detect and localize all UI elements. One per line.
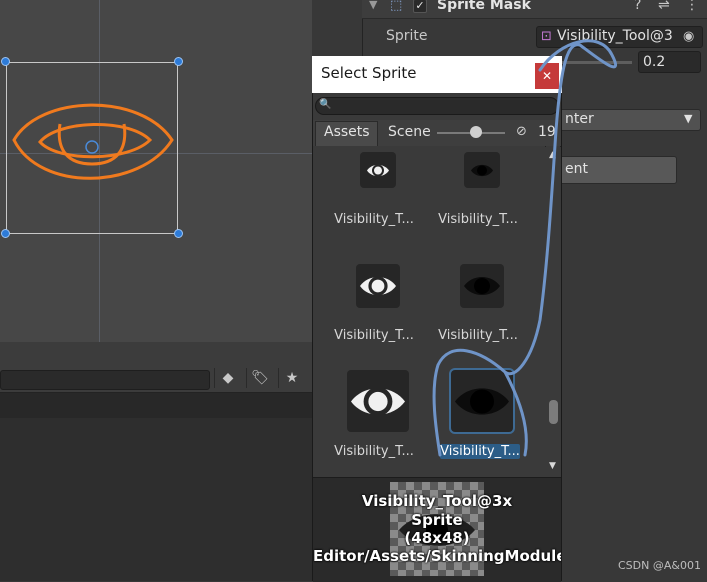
sprite-mask-icon: ⬚ bbox=[390, 0, 403, 13]
eye-slash-icon[interactable]: ⊘ bbox=[516, 124, 527, 139]
project-search-input[interactable] bbox=[0, 370, 210, 390]
scroll-up-arrow-icon[interactable]: ▲ bbox=[549, 150, 556, 160]
sprite-thumbnail bbox=[347, 370, 409, 432]
favorites-star-icon[interactable]: ★ bbox=[278, 368, 305, 388]
inspector-button-label: ent bbox=[565, 161, 588, 177]
preview-type: Sprite bbox=[411, 511, 463, 529]
preview-dimensions: (48x48) bbox=[404, 529, 470, 547]
sprite-thumbnail bbox=[451, 370, 513, 432]
window-title: Select Sprite bbox=[321, 64, 417, 82]
search-icon: 🔍 bbox=[319, 99, 332, 110]
sprite-thumbnail bbox=[464, 152, 500, 188]
tab-scene[interactable]: Scene bbox=[388, 124, 431, 140]
eye-icon bbox=[360, 276, 396, 296]
alpha-cutoff-value: 0.2 bbox=[643, 54, 666, 70]
eye-icon bbox=[455, 387, 509, 415]
sprite-item[interactable]: Visibility_T... bbox=[328, 256, 428, 366]
eye-icon bbox=[464, 277, 500, 295]
preview-name: Visibility_Tool@3x bbox=[361, 492, 513, 510]
help-icon[interactable]: ? bbox=[634, 0, 641, 13]
watermark: CSDN @A&001 bbox=[618, 559, 701, 572]
scrollbar[interactable] bbox=[546, 146, 560, 476]
sprite-item-label: Visibility_T... bbox=[334, 212, 414, 227]
preview-path: Editor/Assets/SkinningModule/I bbox=[313, 547, 561, 565]
sprite-item-label: Visibility_T... bbox=[440, 444, 520, 459]
project-content bbox=[0, 418, 312, 581]
sprite-item-label: Visibility_T... bbox=[438, 212, 518, 227]
filter-by-label-icon[interactable]: 🏷 bbox=[246, 368, 273, 388]
sprite-item[interactable]: Visibility_T... bbox=[432, 256, 532, 366]
tab-assets-label: Assets bbox=[324, 124, 370, 140]
sprite-field-value: Visibility_Tool@3 bbox=[557, 28, 673, 44]
sprite-thumbnail bbox=[356, 264, 400, 308]
sprite-field-label: Sprite bbox=[386, 28, 428, 44]
sprite-item[interactable]: Visibility_T... bbox=[432, 366, 532, 476]
eye-sprite-outline bbox=[12, 103, 174, 180]
object-picker-icon[interactable]: ◉ bbox=[683, 29, 694, 44]
sprite-item-label: Visibility_T... bbox=[334, 444, 414, 459]
component-title: Sprite Mask bbox=[437, 0, 531, 13]
sprite-item-label: Visibility_T... bbox=[334, 328, 414, 343]
filter-by-type-icon[interactable]: ◆ bbox=[214, 368, 241, 388]
scrollbar-thumb[interactable] bbox=[549, 400, 558, 424]
eye-icon bbox=[471, 164, 493, 176]
sprite-asset-icon: ⊡ bbox=[541, 29, 552, 44]
component-enabled-checkbox[interactable]: ✓ bbox=[413, 0, 427, 13]
foldout-arrow-icon[interactable]: ▼ bbox=[369, 0, 377, 11]
chevron-down-icon: ▼ bbox=[684, 112, 693, 125]
panel-tab-bar bbox=[0, 342, 312, 366]
sprite-thumbnail bbox=[460, 264, 504, 308]
sprite-thumbnail bbox=[360, 152, 396, 188]
slider-knob[interactable] bbox=[470, 126, 482, 138]
close-button[interactable]: ✕ bbox=[535, 63, 559, 89]
mode-dropdown-value: nter bbox=[565, 111, 594, 127]
eye-icon bbox=[367, 164, 389, 176]
hidden-count: 19 bbox=[538, 124, 556, 140]
more-options-icon[interactable]: ⋮ bbox=[685, 0, 699, 13]
sprite-search-input[interactable] bbox=[315, 97, 559, 115]
sprite-item-label: Visibility_T... bbox=[438, 328, 518, 343]
presets-icon[interactable]: ⇌ bbox=[658, 0, 670, 13]
sprite-item[interactable]: Visibility_T... bbox=[328, 366, 428, 476]
scroll-down-arrow-icon[interactable]: ▼ bbox=[549, 461, 556, 471]
alpha-cutoff-slider[interactable] bbox=[562, 61, 632, 64]
sprite-item[interactable]: Visibility_T... bbox=[328, 150, 428, 260]
eye-icon bbox=[351, 386, 405, 416]
sprite-item[interactable]: Visibility_T... bbox=[432, 150, 532, 260]
